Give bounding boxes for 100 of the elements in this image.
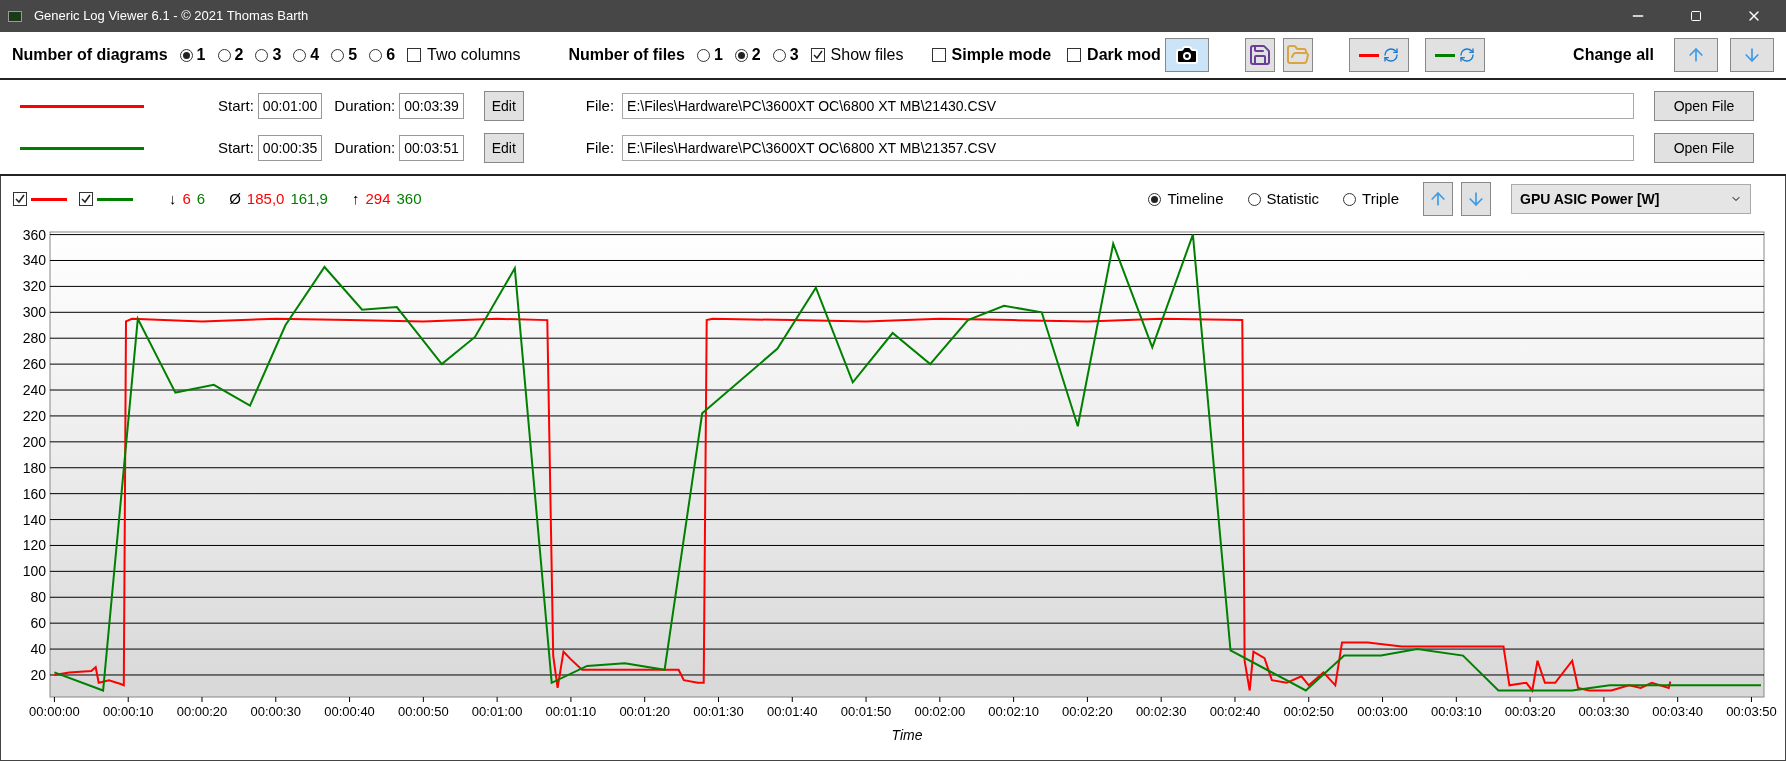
- file-path-field[interactable]: E:\Files\Hardware\PC\3600XT OC\6800 XT MB\21357.CSV: [622, 135, 1634, 161]
- files-label: Number of files: [568, 45, 685, 65]
- radio-label: 3: [789, 45, 799, 65]
- x-tick-label: 00:03:30: [1578, 704, 1630, 719]
- stat-value: 185,0: [246, 188, 285, 209]
- swap-color-button[interactable]: [1348, 38, 1409, 72]
- radio-button[interactable]: [369, 48, 383, 62]
- radio-button[interactable]: [734, 48, 748, 62]
- y-tick-label: 140: [22, 511, 46, 528]
- checkbox-label: Simple mode: [951, 45, 1052, 65]
- y-tick-label: 280: [22, 330, 46, 347]
- y-tick-label: 220: [22, 407, 46, 424]
- move-down-button[interactable]: [1461, 182, 1491, 216]
- x-tick-label: 00:03:20: [1504, 704, 1556, 719]
- duration-label: Duration:: [334, 95, 396, 116]
- camera-button[interactable]: [1164, 38, 1209, 72]
- radio-label: 1: [713, 45, 723, 65]
- file-path-field[interactable]: E:\Files\Hardware\PC\3600XT OC\6800 XT MB\21430.CSV: [622, 93, 1634, 119]
- swap-color-button[interactable]: [1424, 38, 1485, 72]
- x-tick-label: 00:01:30: [693, 704, 744, 719]
- radio-label: Triple: [1362, 188, 1399, 209]
- maximize-icon[interactable]: [1690, 10, 1702, 22]
- radio-button[interactable]: [217, 48, 231, 62]
- checkbox-label: Two columns: [427, 45, 521, 65]
- radio-label: 1: [196, 45, 206, 65]
- checkbox-label: Show files: [830, 45, 904, 65]
- y-tick-label: 80: [30, 589, 46, 606]
- radio-button[interactable]: [255, 48, 269, 62]
- radio-button[interactable]: [1148, 192, 1162, 206]
- open-file-button[interactable]: Open File: [1654, 133, 1754, 163]
- x-tick-label: 00:00:20: [176, 704, 228, 719]
- file-label: File:: [585, 137, 615, 158]
- y-tick-label: 120: [22, 537, 46, 554]
- stat-value: 360: [396, 188, 422, 209]
- change-all-label: Change all: [1573, 45, 1654, 65]
- x-tick-label: 00:02:40: [1209, 704, 1261, 719]
- checkbox[interactable]: [407, 48, 422, 62]
- start-field[interactable]: 00:00:35: [257, 135, 323, 161]
- stat-value: 6: [182, 188, 191, 209]
- x-tick-label: 00:03:10: [1431, 704, 1482, 719]
- channel-dropdown[interactable]: GPU ASIC Power [W]: [1511, 184, 1751, 214]
- radio-label: 2: [234, 45, 244, 65]
- diagrams-label: Number of diagrams: [12, 45, 168, 65]
- x-tick-label: 00:00:30: [250, 704, 302, 719]
- y-tick-label: 100: [22, 563, 46, 580]
- app-icon: [8, 10, 22, 22]
- edit-button[interactable]: Edit: [483, 133, 524, 163]
- edit-button[interactable]: Edit: [483, 91, 524, 121]
- y-tick-label: 360: [22, 226, 46, 243]
- move-up-button[interactable]: [1423, 182, 1453, 216]
- save-button[interactable]: [1244, 38, 1275, 72]
- x-tick-label: 00:02:20: [1062, 704, 1113, 719]
- radio-label: Statistic: [1266, 188, 1320, 209]
- start-label: Start:: [218, 137, 254, 158]
- y-tick-label: 260: [22, 356, 46, 373]
- radio-label: Timeline: [1167, 188, 1224, 209]
- duration-field[interactable]: 00:03:51: [399, 135, 464, 161]
- checkbox-label: Dark mod: [1087, 45, 1161, 65]
- x-tick-label: 00:00:50: [398, 704, 449, 719]
- x-tick-label: 00:02:50: [1283, 704, 1335, 719]
- start-field[interactable]: 00:01:00: [257, 93, 323, 119]
- x-tick-label: 00:01:50: [840, 704, 892, 719]
- move-up-button[interactable]: [1674, 38, 1718, 72]
- stat-value: 6: [196, 188, 206, 209]
- y-tick-label: 60: [30, 615, 46, 632]
- radio-button[interactable]: [772, 48, 786, 62]
- duration-label: Duration:: [334, 137, 396, 158]
- y-tick-label: 340: [22, 252, 46, 269]
- x-tick-label: 00:03:40: [1652, 704, 1703, 719]
- open-file-button[interactable]: Open File: [1654, 91, 1754, 121]
- open-folder-button[interactable]: [1282, 38, 1313, 72]
- window-title: Generic Log Viewer 6.1 - © 2021 Thomas Barth: [34, 7, 309, 26]
- radio-button[interactable]: [1247, 192, 1261, 206]
- stat-symbol: Ø: [229, 188, 241, 209]
- checkbox[interactable]: [810, 48, 825, 62]
- x-tick-label: 00:01:00: [471, 704, 523, 719]
- checkbox[interactable]: [931, 48, 946, 62]
- duration-field[interactable]: 00:03:39: [399, 93, 464, 119]
- checkbox[interactable]: [13, 192, 27, 206]
- stat-symbol: ↓: [169, 188, 177, 209]
- radio-button[interactable]: [696, 48, 710, 62]
- move-down-button[interactable]: [1730, 38, 1774, 72]
- radio-button[interactable]: [293, 48, 307, 62]
- checkbox[interactable]: [79, 192, 93, 206]
- y-tick-label: 160: [22, 485, 46, 502]
- y-tick-label: 240: [22, 382, 46, 398]
- checkbox[interactable]: [1067, 48, 1082, 62]
- y-tick-label: 300: [22, 304, 46, 321]
- refresh-icon: [1458, 47, 1475, 63]
- y-tick-label: 200: [22, 433, 46, 450]
- x-tick-label: 00:02:30: [1135, 704, 1187, 719]
- x-tick-label: 00:00:40: [324, 704, 375, 719]
- start-label: Start:: [218, 95, 254, 116]
- radio-button[interactable]: [179, 48, 193, 62]
- x-tick-label: 00:03:50: [1726, 704, 1777, 719]
- radio-button[interactable]: [331, 48, 345, 62]
- radio-button[interactable]: [1343, 192, 1357, 206]
- stat-value: 161,9: [290, 188, 328, 209]
- x-tick-label: 00:02:10: [988, 704, 1039, 719]
- folder-icon: [1285, 43, 1310, 67]
